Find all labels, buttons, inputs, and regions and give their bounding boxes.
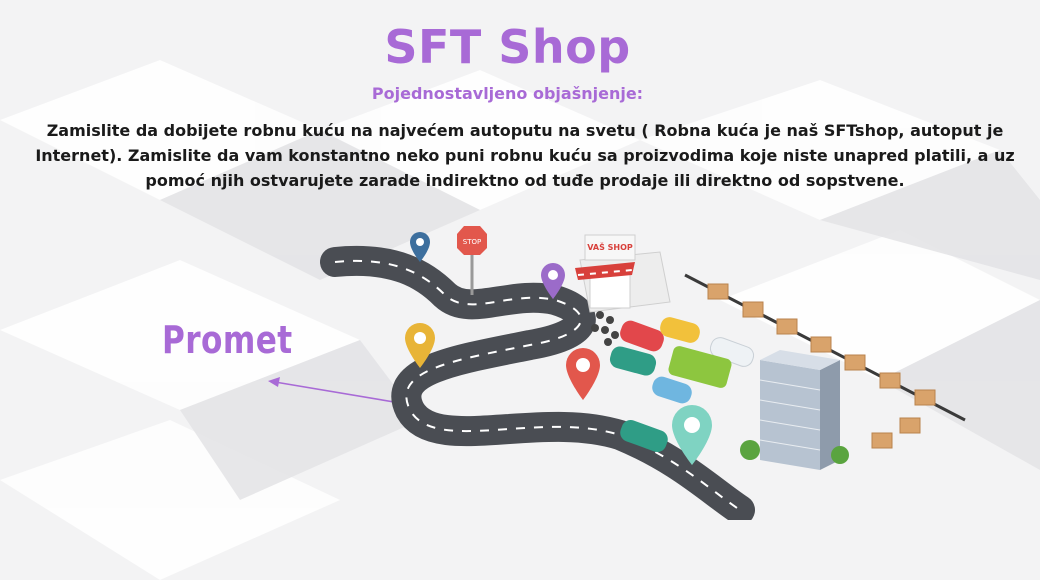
stop-sign-text: STOP [463, 238, 481, 246]
shop-building: VAŠ SHOP [575, 234, 671, 313]
stop-sign-icon: STOP [457, 226, 487, 295]
office-building [740, 350, 849, 470]
car-yellow-icon [660, 317, 700, 343]
map-pin-red-icon [566, 348, 600, 400]
illustration: STOP VAŠ SHOP [320, 226, 966, 520]
shop-sign-text: VAŠ SHOP [587, 241, 633, 252]
